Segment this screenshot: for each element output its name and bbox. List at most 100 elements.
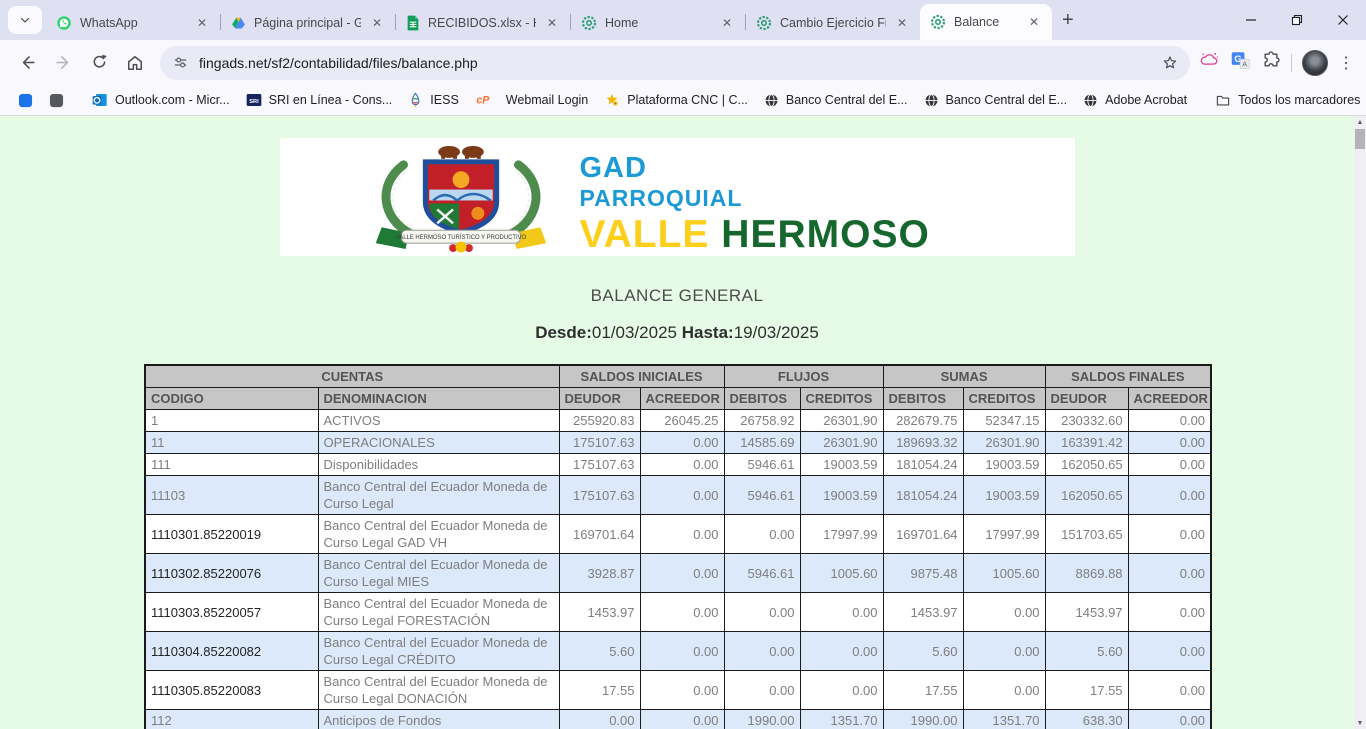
cell-value: 5946.61 <box>724 476 800 515</box>
tab-whatsapp[interactable]: WhatsApp ✕ <box>46 6 220 40</box>
close-icon <box>1337 14 1349 26</box>
cell-value: 19003.59 <box>800 476 883 515</box>
bookmark-webmail-login[interactable]: cPWebmail Login <box>467 89 596 111</box>
cell-value: 163391.42 <box>1045 432 1128 454</box>
bookmark-label: Banco Central del E... <box>786 93 908 107</box>
cell-value: 181054.24 <box>883 454 963 476</box>
column-header-cell: DEUDOR <box>559 388 640 410</box>
table-row: 1110301.85220019Banco Central del Ecuado… <box>145 515 1211 554</box>
tab-close-button[interactable]: ✕ <box>544 15 560 31</box>
tab-close-button[interactable]: ✕ <box>1026 14 1042 30</box>
svg-text:A: A <box>1242 59 1247 68</box>
cell-value: 26301.90 <box>800 410 883 432</box>
cpanel-icon: cP <box>475 92 499 108</box>
cell-codigo: 1110304.85220082 <box>145 632 318 671</box>
tab-list: WhatsApp✕Página principal - Go...✕RECIBI… <box>46 4 1052 40</box>
bookmark-star-button[interactable] <box>1156 49 1184 77</box>
scroll-down-arrow[interactable]: ▼ <box>1354 717 1366 729</box>
cell-value: 1990.00 <box>883 710 963 729</box>
profile-avatar[interactable] <box>1302 50 1328 76</box>
minimize-button[interactable] <box>1228 0 1274 40</box>
date-from-label: Desde: <box>535 323 592 342</box>
address-bar[interactable]: fingads.net/sf2/contabilidad/files/balan… <box>160 46 1190 80</box>
new-tab-button[interactable]: + <box>1062 9 1074 32</box>
cell-value: 0.00 <box>963 593 1045 632</box>
tab-close-button[interactable]: ✕ <box>719 15 735 31</box>
cell-value: 0.00 <box>640 593 724 632</box>
cell-value: 1005.60 <box>963 554 1045 593</box>
cell-value: 17.55 <box>1045 671 1128 710</box>
logo-valle: VALLE <box>580 213 710 256</box>
forward-button[interactable] <box>46 46 80 80</box>
cell-value: 255920.83 <box>559 410 640 432</box>
bookmark-label: Plataforma CNC | C... <box>627 93 748 107</box>
cell-denominacion: Disponibilidades <box>318 454 559 476</box>
tab-home[interactable]: Home ✕ <box>571 6 745 40</box>
column-header-cell: DEUDOR <box>1045 388 1128 410</box>
bookmark-gray-square[interactable] <box>41 90 72 111</box>
scrollbar-thumb[interactable] <box>1355 129 1365 149</box>
bookmark-banco-central-del-e[interactable]: Banco Central del E... <box>756 90 916 111</box>
cell-value: 9875.48 <box>883 554 963 593</box>
tab-title: Home <box>605 16 711 30</box>
tab-cambio-ejercicio-fisc[interactable]: Cambio Ejercicio Fisc...✕ <box>746 6 920 40</box>
cell-codigo: 1110301.85220019 <box>145 515 318 554</box>
cell-value: 189693.32 <box>883 432 963 454</box>
scroll-up-arrow[interactable]: ▲ <box>1354 116 1366 128</box>
restore-button[interactable] <box>1274 0 1320 40</box>
reload-icon <box>90 53 109 72</box>
toolbar-divider <box>1291 54 1292 72</box>
cell-value: 0.00 <box>724 593 800 632</box>
tab-search-button[interactable] <box>8 6 42 34</box>
tab-close-button[interactable]: ✕ <box>894 15 910 31</box>
tab-balance[interactable]: Balance ✕ <box>920 4 1052 40</box>
bookmark-blue-square[interactable] <box>10 90 41 111</box>
cell-value: 0.00 <box>1128 410 1211 432</box>
close-window-button[interactable] <box>1320 0 1366 40</box>
tab-strip: WhatsApp✕Página principal - Go...✕RECIBI… <box>0 0 1366 40</box>
home-icon <box>125 53 145 73</box>
bookmark-iess[interactable]: IESS <box>400 89 467 111</box>
reload-button[interactable] <box>82 46 116 80</box>
labs-button[interactable] <box>1198 50 1220 75</box>
cell-value: 0.00 <box>963 632 1045 671</box>
table-header-row: CODIGODENOMINACIONDEUDORACREEDORDEBITOSC… <box>145 388 1211 410</box>
globe-icon <box>924 93 939 108</box>
tab-recibidos-xlsx-hoj[interactable]: RECIBIDOS.xlsx - Hoj...✕ <box>396 6 570 40</box>
site-settings-icon[interactable] <box>172 54 189 71</box>
bookmark-outlook-com-micr[interactable]: Outlook.com - Micr... <box>84 89 238 111</box>
cell-value: 3928.87 <box>559 554 640 593</box>
cell-value: 0.00 <box>724 671 800 710</box>
cell-value: 14585.69 <box>724 432 800 454</box>
tab-p-gina-principal-go[interactable]: Página principal - Go...✕ <box>221 6 395 40</box>
cell-value: 0.00 <box>1128 454 1211 476</box>
cell-value: 638.30 <box>1045 710 1128 729</box>
cell-value: 0.00 <box>800 632 883 671</box>
tab-title: WhatsApp <box>80 16 186 30</box>
bookmark-sri-en-l-nea-cons[interactable]: SRISRI en Línea - Cons... <box>238 89 401 111</box>
all-bookmarks-button[interactable]: Todos los marcadores <box>1207 90 1366 111</box>
star-icon <box>1161 54 1179 72</box>
cell-value: 26045.25 <box>640 410 724 432</box>
column-header-cell: ACREEDOR <box>1128 388 1211 410</box>
table-group-header-row: CUENTASSALDOS INICIALESFLUJOSSUMASSALDOS… <box>145 365 1211 388</box>
cell-value: 0.00 <box>559 710 640 729</box>
extensions-button[interactable] <box>1261 50 1281 75</box>
home-button[interactable] <box>118 46 152 80</box>
bookmark-banco-central-del-e[interactable]: Banco Central del E... <box>916 90 1076 111</box>
cell-value: 151703.65 <box>1045 515 1128 554</box>
bookmark-plataforma-cnc-c[interactable]: Plataforma CNC | C... <box>596 89 756 111</box>
cell-value: 0.00 <box>640 476 724 515</box>
bookmark-label: SRI en Línea - Cons... <box>269 93 393 107</box>
bookmark-adobe-acrobat[interactable]: Adobe Acrobat <box>1075 90 1195 111</box>
tab-close-button[interactable]: ✕ <box>194 15 210 31</box>
cell-codigo: 1110305.85220083 <box>145 671 318 710</box>
url-text[interactable]: fingads.net/sf2/contabilidad/files/balan… <box>199 55 1156 71</box>
vertical-scrollbar[interactable]: ▲ ▼ <box>1354 116 1366 729</box>
translate-button[interactable]: GA <box>1230 50 1251 76</box>
back-button[interactable] <box>10 46 44 80</box>
tab-close-button[interactable]: ✕ <box>369 15 385 31</box>
browser-menu-button[interactable]: ⋮ <box>1338 53 1354 73</box>
tab-title: Balance <box>954 15 1018 29</box>
cell-value: 1453.97 <box>1045 593 1128 632</box>
